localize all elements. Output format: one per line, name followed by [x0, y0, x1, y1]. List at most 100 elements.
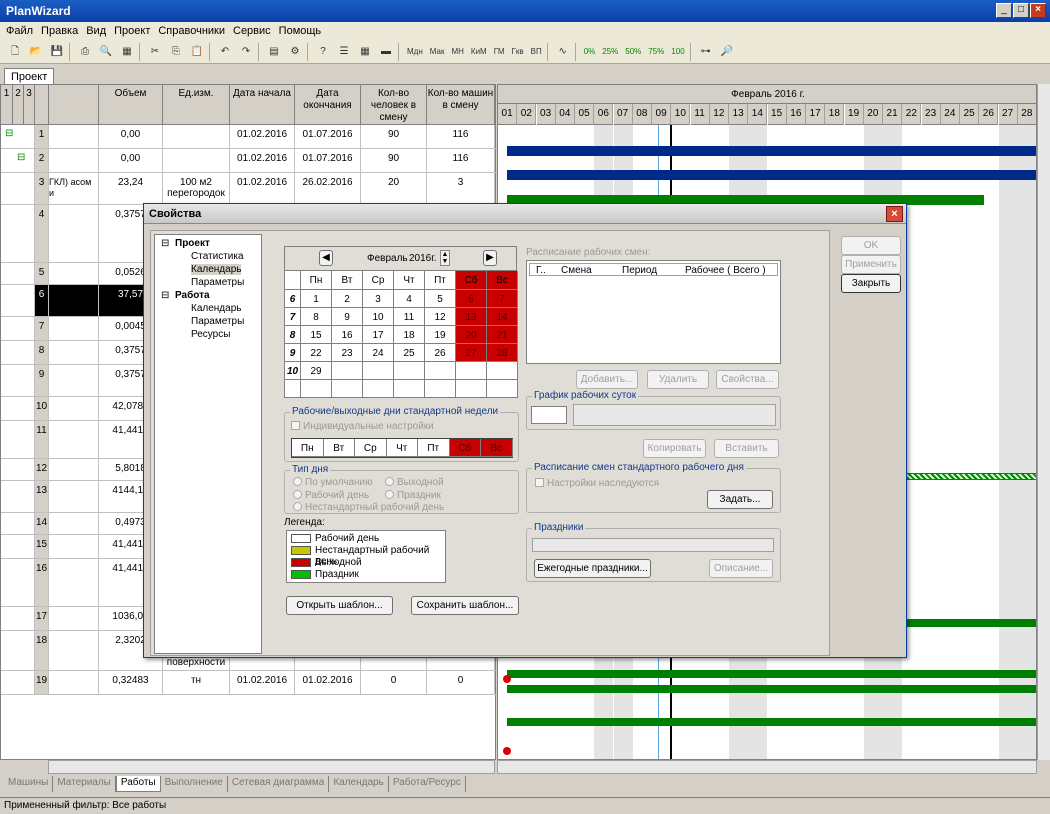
- inherit-settings-checkbox[interactable]: Настройки наследуются: [535, 478, 659, 489]
- tree-toggle-icon[interactable]: ⊟: [161, 238, 169, 249]
- calendar-day[interactable]: 22: [301, 344, 332, 362]
- calendar-day[interactable]: 23: [332, 344, 363, 362]
- gantt-bar[interactable]: [507, 146, 1036, 156]
- calendar-day[interactable]: 14: [487, 308, 518, 326]
- settings-icon[interactable]: ⚙: [286, 43, 304, 61]
- tree-cell[interactable]: ➜: [1, 559, 35, 606]
- tree-cell[interactable]: ⊟: [1, 125, 35, 148]
- std-week-day[interactable]: Сб: [449, 439, 481, 457]
- close-button[interactable]: ×: [1030, 3, 1046, 18]
- radio-nonstandard[interactable]: Нестандартный рабочий день: [293, 502, 444, 513]
- apply-button[interactable]: Применить: [841, 255, 901, 274]
- copy-button[interactable]: Копировать: [643, 439, 706, 458]
- table-view-icon[interactable]: ▦: [356, 43, 374, 61]
- tree-toggle-icon[interactable]: ⊟: [161, 290, 169, 301]
- unit-cell[interactable]: [163, 149, 230, 172]
- delete-shift-button[interactable]: Удалить: [647, 370, 709, 389]
- undo-icon[interactable]: ↶: [216, 43, 234, 61]
- tree-cell[interactable]: ⊟: [1, 149, 35, 172]
- tree-cell[interactable]: ➜: [1, 285, 35, 316]
- calendar-day[interactable]: 26: [425, 344, 456, 362]
- menu-references[interactable]: Справочники: [158, 25, 225, 37]
- individual-settings-checkbox[interactable]: Индивидуальные настройки: [291, 421, 434, 432]
- scale-mak[interactable]: Мак: [428, 43, 447, 61]
- scale-gkv[interactable]: Гкв: [510, 43, 526, 61]
- open-template-button[interactable]: Открыть шаблон...: [286, 596, 393, 615]
- tab-materials[interactable]: Материалы: [53, 776, 116, 792]
- shifts-col-period[interactable]: Период: [622, 265, 657, 276]
- expand-icon[interactable]: ⊟: [17, 152, 25, 163]
- machines-cell[interactable]: 116: [427, 149, 495, 172]
- save-template-button[interactable]: Сохранить шаблон...: [411, 596, 519, 615]
- gantt-bar[interactable]: [507, 170, 1036, 180]
- name-cell[interactable]: [49, 125, 99, 148]
- radio-weekend[interactable]: Выходной: [385, 477, 444, 488]
- tree-cell[interactable]: ➜: [1, 341, 35, 364]
- name-cell[interactable]: [49, 481, 99, 512]
- name-cell[interactable]: [49, 535, 99, 558]
- scale-mn[interactable]: МН: [449, 43, 465, 61]
- tree-project-params[interactable]: Параметры: [191, 277, 244, 288]
- gantt-bar[interactable]: [507, 670, 1036, 678]
- menu-project[interactable]: Проект: [114, 25, 150, 37]
- tab-works[interactable]: Работы: [115, 776, 161, 792]
- calendar-day[interactable]: 12: [425, 308, 456, 326]
- add-shift-button[interactable]: Добавить...: [576, 370, 638, 389]
- std-week-day[interactable]: Пн: [292, 439, 324, 457]
- progress-50[interactable]: 50%: [623, 43, 643, 61]
- scale-vp[interactable]: ВП: [529, 43, 544, 61]
- paste-button[interactable]: Вставить: [714, 439, 779, 458]
- calendar-day[interactable]: 19: [425, 326, 456, 344]
- scale-kim[interactable]: КиМ: [469, 43, 489, 61]
- unit-cell[interactable]: тн: [163, 671, 230, 694]
- shift-properties-button[interactable]: Свойства...: [716, 370, 779, 389]
- calendar-day[interactable]: 4: [394, 290, 425, 308]
- radio-holiday[interactable]: Праздник: [385, 490, 441, 501]
- gantt-view-icon[interactable]: ▬: [377, 43, 395, 61]
- start-cell[interactable]: 01.02.2016: [230, 173, 295, 204]
- volume-cell[interactable]: 0,00: [99, 149, 163, 172]
- name-cell[interactable]: [49, 513, 99, 534]
- description-button[interactable]: Описание...: [709, 559, 773, 578]
- export-icon[interactable]: ▦: [118, 43, 136, 61]
- radio-workday[interactable]: Рабочий день: [293, 490, 369, 501]
- std-week-day[interactable]: Чт: [386, 439, 418, 457]
- tree-cell[interactable]: ➜: [1, 671, 35, 694]
- progress-25[interactable]: 25%: [600, 43, 620, 61]
- people-cell[interactable]: 90: [361, 149, 427, 172]
- dialog-close-icon[interactable]: ×: [886, 206, 903, 222]
- print-icon[interactable]: ⎙: [76, 43, 94, 61]
- calendar-day[interactable]: 29: [301, 362, 332, 380]
- unit-cell[interactable]: [163, 125, 230, 148]
- cut-icon[interactable]: ✂: [146, 43, 164, 61]
- col-people[interactable]: Кол-во человек в смену: [361, 85, 427, 125]
- tab-machines[interactable]: Машины: [4, 776, 54, 792]
- preview-icon[interactable]: 🔍: [97, 43, 115, 61]
- menu-edit[interactable]: Правка: [41, 25, 78, 37]
- start-cell[interactable]: 01.02.2016: [230, 125, 295, 148]
- start-cell[interactable]: 01.02.2016: [230, 671, 295, 694]
- maximize-button[interactable]: □: [1013, 3, 1029, 18]
- radio-default[interactable]: По умолчанию: [293, 477, 373, 488]
- scale-mdn[interactable]: Мдн: [405, 43, 425, 61]
- expand-icon[interactable]: ⊟: [5, 128, 13, 139]
- calendar-day[interactable]: 18: [394, 326, 425, 344]
- name-cell[interactable]: ГКЛ) асом и: [49, 173, 99, 204]
- progress-0[interactable]: 0%: [582, 43, 598, 61]
- tree-cell[interactable]: ➜: [1, 397, 35, 420]
- table-row[interactable]: ➜190,32483тн01.02.201601.02.201600: [1, 671, 497, 695]
- tab-network[interactable]: Сетевая диаграмма: [228, 776, 330, 792]
- minimize-button[interactable]: _: [996, 3, 1012, 18]
- end-cell[interactable]: 01.07.2016: [295, 149, 361, 172]
- name-cell[interactable]: [49, 607, 99, 630]
- calendar-day[interactable]: 2: [332, 290, 363, 308]
- day-schedule-color[interactable]: [531, 406, 567, 424]
- name-cell[interactable]: [49, 631, 99, 670]
- tree-cell[interactable]: ➜: [1, 513, 35, 534]
- vertical-scrollbar[interactable]: [1037, 84, 1050, 760]
- end-cell[interactable]: 01.02.2016: [295, 671, 361, 694]
- tree-project-stats[interactable]: Статистика: [191, 251, 244, 262]
- calendar-day[interactable]: 13: [456, 308, 487, 326]
- tab-execution[interactable]: Выполнение: [161, 776, 228, 792]
- tree-cell[interactable]: ➜: [1, 365, 35, 396]
